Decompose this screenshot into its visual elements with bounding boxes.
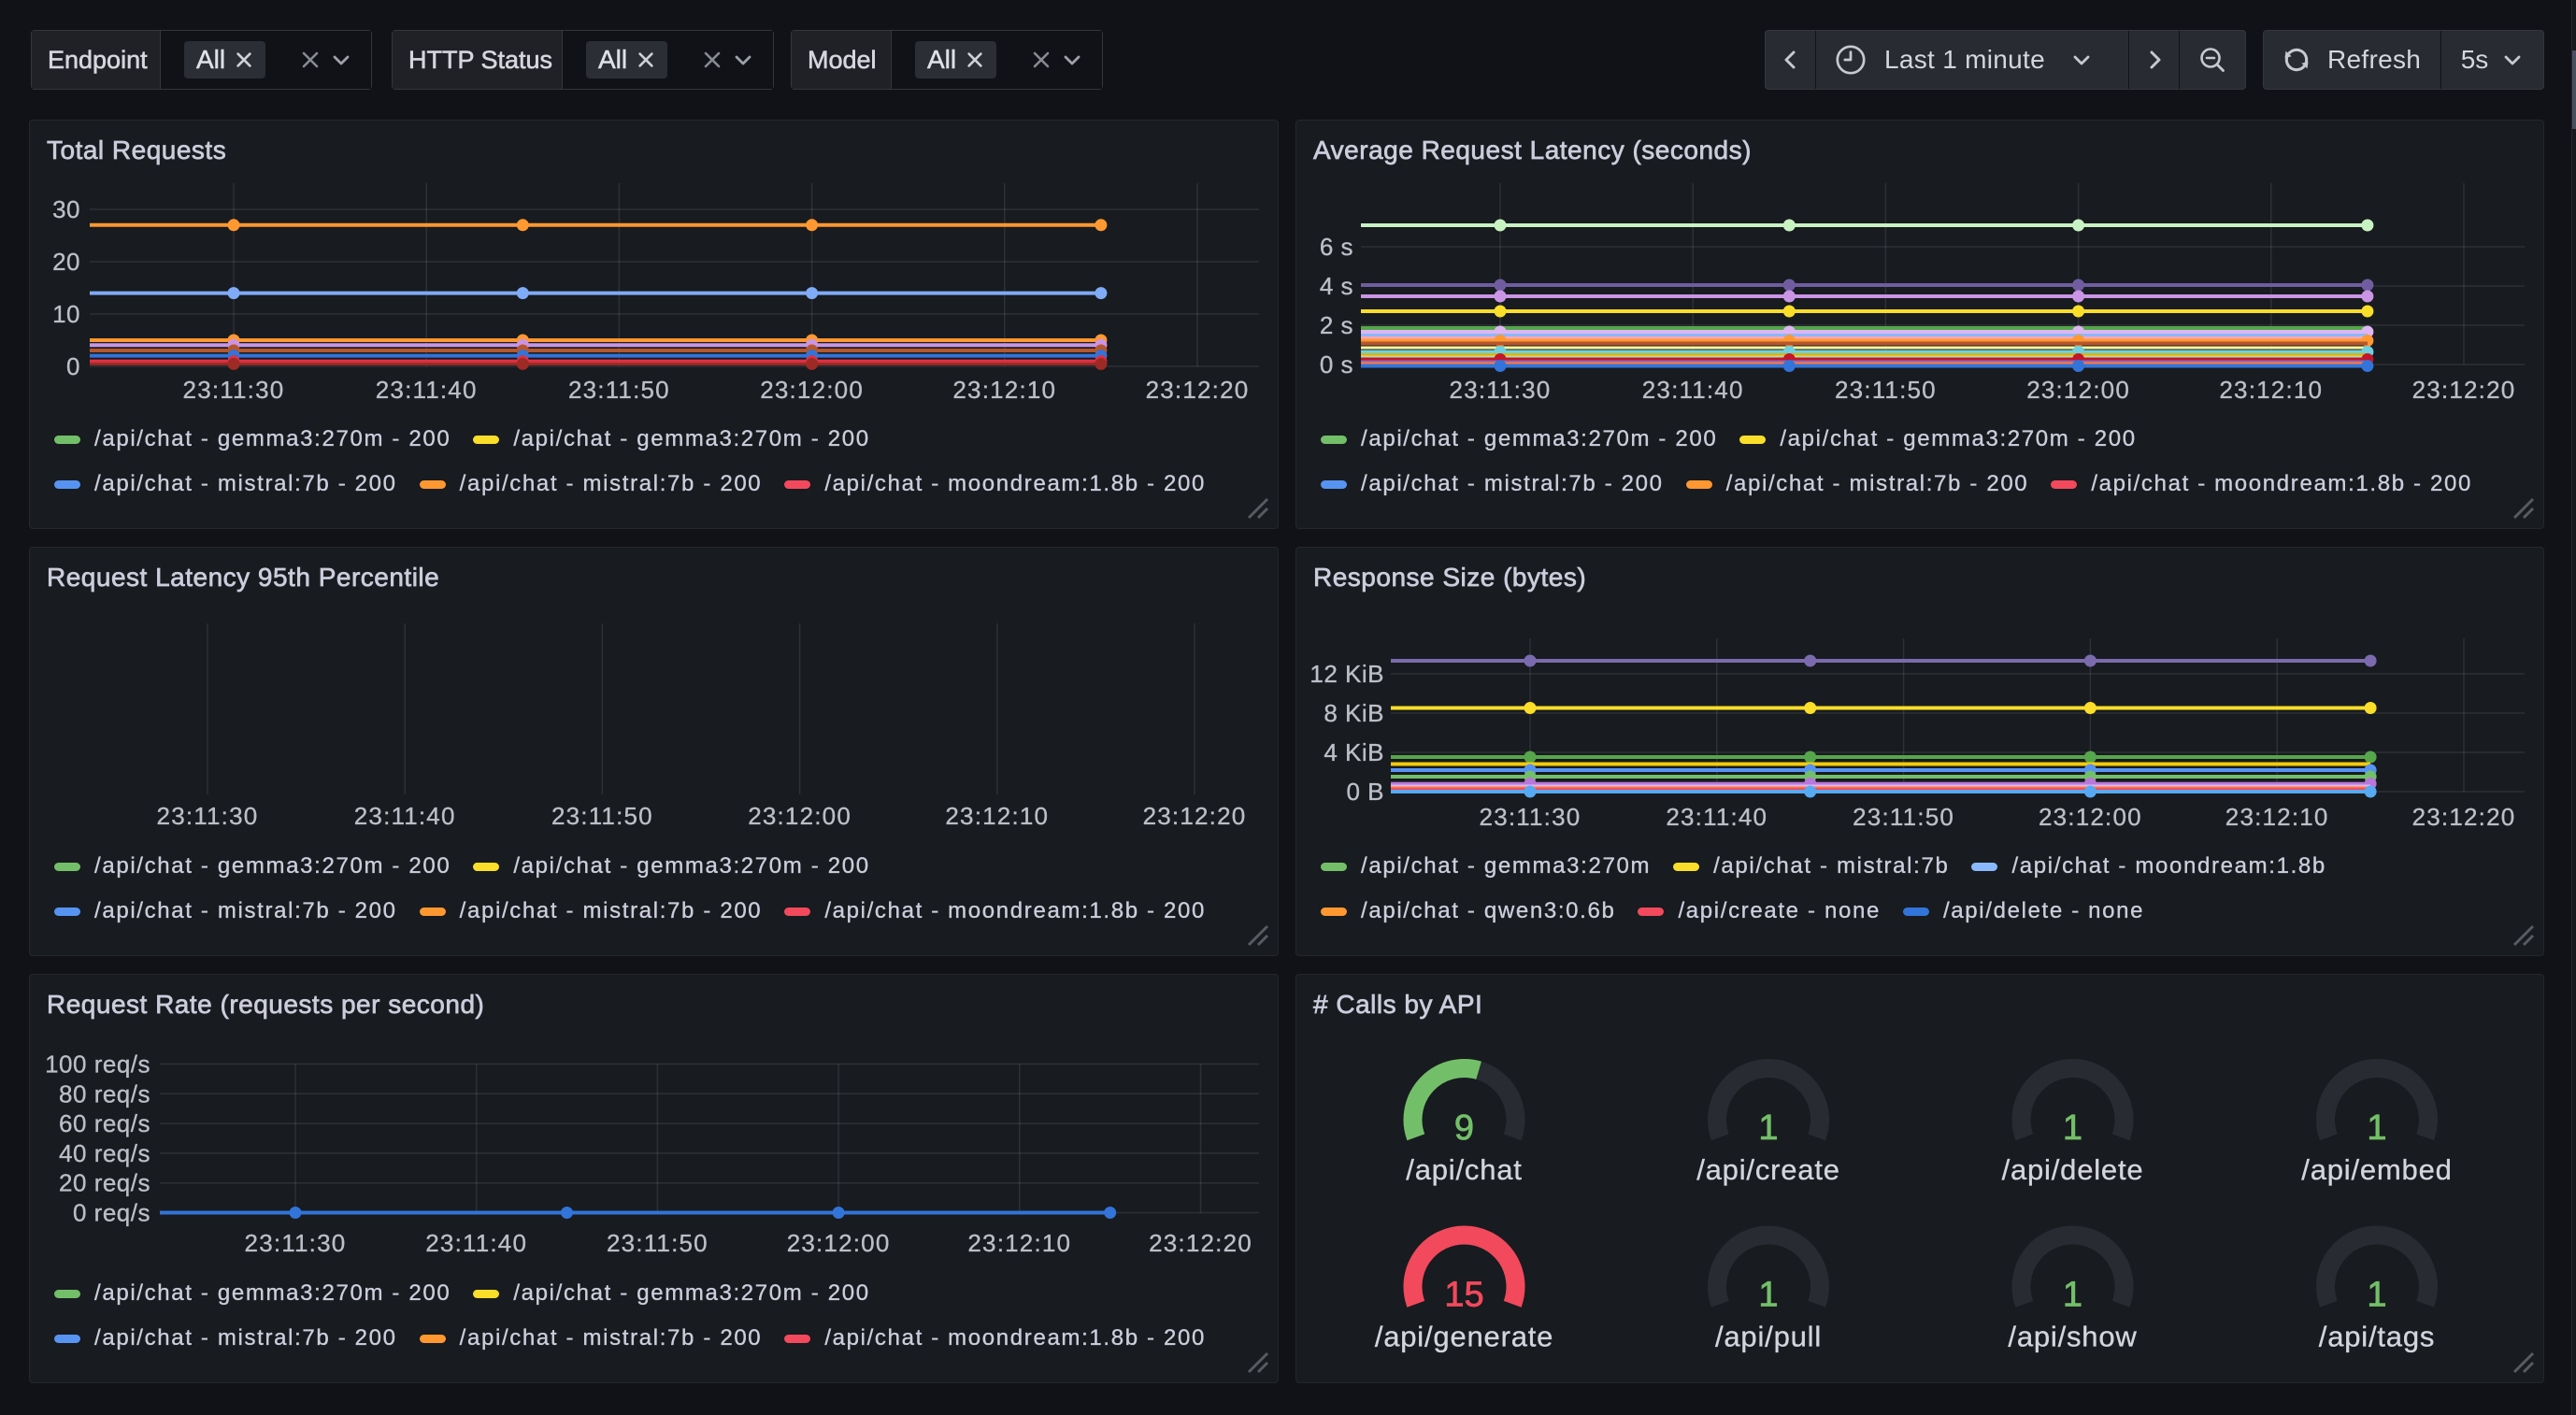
svg-text:23:11:50: 23:11:50 <box>568 376 670 404</box>
svg-text:4 KiB: 4 KiB <box>1324 738 1384 766</box>
svg-text:9: 9 <box>1454 1108 1474 1148</box>
svg-text:40 req/s: 40 req/s <box>59 1139 150 1167</box>
svg-text:23:11:40: 23:11:40 <box>354 802 456 830</box>
svg-text:23:12:10: 23:12:10 <box>2219 376 2323 404</box>
svg-text:23:11:30: 23:11:30 <box>245 1229 347 1257</box>
svg-text:/api/tags: /api/tags <box>2319 1321 2435 1353</box>
svg-text:23:12:10: 23:12:10 <box>952 376 1056 404</box>
svg-text:23:11:30: 23:11:30 <box>1450 376 1552 404</box>
svg-text:20 req/s: 20 req/s <box>59 1169 150 1197</box>
svg-text:6 s: 6 s <box>1320 233 1353 261</box>
svg-text:/api/show: /api/show <box>2008 1321 2137 1353</box>
svg-text:20: 20 <box>52 248 80 276</box>
svg-text:23:11:30: 23:11:30 <box>1480 803 1581 831</box>
svg-text:/api/embed: /api/embed <box>2301 1153 2452 1186</box>
svg-text:23:12:00: 23:12:00 <box>748 802 852 830</box>
svg-text:0 B: 0 B <box>1346 778 1384 806</box>
svg-text:23:11:40: 23:11:40 <box>425 1229 527 1257</box>
svg-text:0 s: 0 s <box>1320 350 1353 379</box>
svg-text:23:12:00: 23:12:00 <box>760 376 864 404</box>
svg-text:23:11:50: 23:11:50 <box>607 1229 708 1257</box>
svg-text:23:11:50: 23:11:50 <box>1853 803 1954 831</box>
svg-text:15: 15 <box>1444 1276 1483 1315</box>
svg-text:2 s: 2 s <box>1320 311 1353 339</box>
svg-text:23:11:40: 23:11:40 <box>1666 803 1767 831</box>
svg-text:60 req/s: 60 req/s <box>59 1109 150 1137</box>
svg-text:23:11:40: 23:11:40 <box>1642 376 1744 404</box>
svg-text:1: 1 <box>1758 1108 1778 1148</box>
svg-text:10: 10 <box>52 300 80 328</box>
svg-text:23:12:10: 23:12:10 <box>945 802 1049 830</box>
svg-text:23:12:00: 23:12:00 <box>2026 376 2130 404</box>
svg-text:/api/delete: /api/delete <box>2002 1153 2144 1186</box>
svg-text:23:12:20: 23:12:20 <box>1149 1229 1252 1257</box>
svg-text:0: 0 <box>66 352 80 380</box>
svg-text:1: 1 <box>2063 1276 2082 1315</box>
svg-text:0 req/s: 0 req/s <box>73 1199 150 1227</box>
svg-text:23:11:50: 23:11:50 <box>1835 376 1937 404</box>
svg-text:1: 1 <box>2063 1108 2082 1148</box>
svg-text:23:11:30: 23:11:30 <box>157 802 259 830</box>
svg-text:23:12:00: 23:12:00 <box>787 1229 891 1257</box>
svg-text:23:11:30: 23:11:30 <box>183 376 285 404</box>
svg-text:/api/generate: /api/generate <box>1375 1321 1553 1353</box>
svg-text:80 req/s: 80 req/s <box>59 1079 150 1108</box>
svg-text:23:12:20: 23:12:20 <box>2412 803 2516 831</box>
svg-text:/api/chat: /api/chat <box>1406 1153 1522 1186</box>
svg-text:23:11:40: 23:11:40 <box>376 376 478 404</box>
svg-text:100 req/s: 100 req/s <box>45 1051 150 1079</box>
svg-text:23:12:00: 23:12:00 <box>2039 803 2142 831</box>
svg-text:1: 1 <box>1758 1276 1778 1315</box>
svg-text:23:12:20: 23:12:20 <box>1143 802 1247 830</box>
svg-text:/api/pull: /api/pull <box>1715 1321 1822 1353</box>
svg-text:8 KiB: 8 KiB <box>1324 699 1384 727</box>
svg-text:23:12:20: 23:12:20 <box>2412 376 2516 404</box>
svg-text:4 s: 4 s <box>1320 272 1353 300</box>
svg-text:30: 30 <box>52 195 80 223</box>
svg-text:23:12:10: 23:12:10 <box>2225 803 2329 831</box>
svg-text:1: 1 <box>2367 1108 2386 1148</box>
svg-text:23:12:20: 23:12:20 <box>1146 376 1250 404</box>
svg-text:1: 1 <box>2367 1276 2386 1315</box>
svg-text:23:12:10: 23:12:10 <box>967 1229 1071 1257</box>
svg-text:/api/create: /api/create <box>1696 1153 1840 1186</box>
svg-text:12 KiB: 12 KiB <box>1309 660 1384 688</box>
svg-text:23:11:50: 23:11:50 <box>551 802 653 830</box>
